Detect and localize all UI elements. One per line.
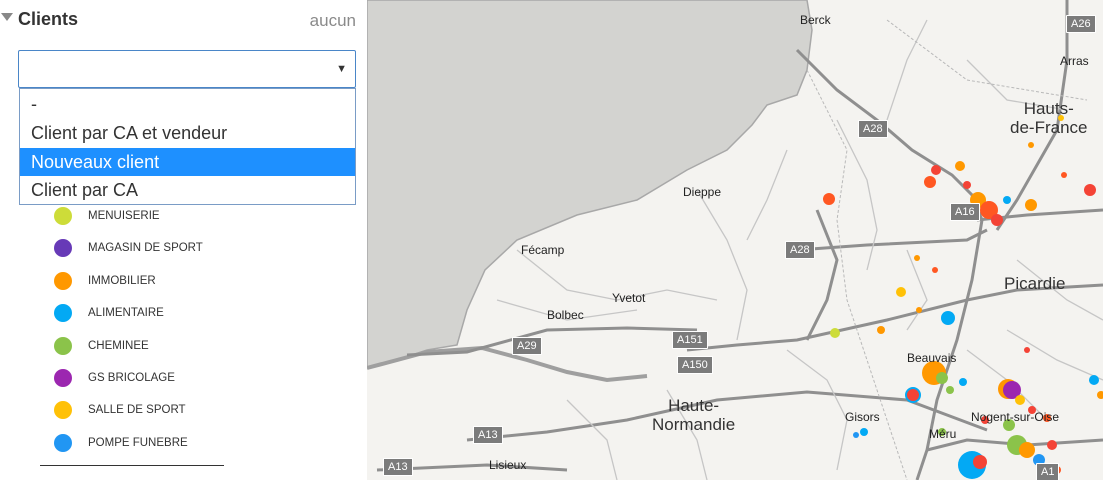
panel-title: Clients — [18, 9, 79, 29]
client-marker — [955, 161, 965, 171]
dropdown-option[interactable]: Client par CA — [20, 176, 355, 204]
place-label: Arras — [1060, 54, 1089, 68]
dropdown-arrow-icon[interactable]: ▼ — [336, 63, 347, 75]
dropdown-option[interactable]: Client par CA et vendeur — [20, 119, 355, 147]
client-marker — [877, 326, 885, 334]
client-marker — [1097, 391, 1103, 399]
map-view[interactable]: Berck Arras Dieppe Fécamp Yvetot Bolbec … — [367, 0, 1103, 480]
client-marker — [1061, 172, 1067, 178]
road-shield: A1 — [1036, 463, 1060, 480]
road-shield: A29 — [512, 337, 542, 355]
place-label: Fécamp — [521, 243, 565, 257]
place-label: Méru — [929, 427, 957, 441]
reset-link[interactable]: aucun — [310, 11, 356, 31]
road-shield: A26 — [1066, 15, 1096, 33]
client-marker — [860, 428, 868, 436]
client-marker — [991, 214, 1003, 226]
road-shield: A28 — [785, 241, 815, 259]
client-marker — [914, 255, 920, 261]
region-label: Hauts- de-France — [1010, 99, 1088, 137]
clients-panel: Clients aucun ▼ - Client par CA et vende… — [0, 0, 367, 480]
dropdown-option[interactable]: - — [20, 90, 355, 118]
road-shield: A13 — [473, 426, 503, 444]
client-markers — [823, 115, 1103, 479]
layer-dropdown-menu: - Client par CA et vendeur Nouveaux clie… — [19, 88, 356, 205]
legend-color-swatch — [54, 401, 72, 419]
client-marker — [1028, 142, 1034, 148]
legend-label: POMPE FUNEBRE — [88, 437, 188, 449]
client-marker — [1015, 395, 1025, 405]
client-marker — [916, 307, 922, 313]
legend-label: CHEMINEE — [88, 340, 149, 352]
road-shield: A151 — [672, 331, 708, 349]
client-marker — [959, 378, 967, 386]
sea — [367, 0, 813, 369]
legend-color-swatch — [54, 207, 72, 225]
client-marker — [1003, 196, 1011, 204]
legend-label: IMMOBILIER — [88, 275, 156, 287]
legend-divider — [40, 465, 224, 466]
client-marker — [936, 372, 948, 384]
place-label: Gisors — [845, 410, 880, 424]
legend-color-swatch — [54, 304, 72, 322]
place-label: Yvetot — [612, 291, 646, 305]
layer-select[interactable]: ▼ — [18, 50, 356, 88]
place-label: Lisieux — [489, 458, 527, 472]
collapse-caret-icon[interactable] — [1, 13, 13, 21]
client-marker — [924, 176, 936, 188]
legend-color-swatch — [54, 434, 72, 452]
client-marker — [932, 267, 938, 273]
client-marker — [946, 386, 954, 394]
legend-color-swatch — [54, 369, 72, 387]
client-marker — [830, 328, 840, 338]
region-label: Picardie — [1004, 274, 1066, 293]
place-label: Berck — [800, 13, 831, 27]
panel-header: Clients aucun — [0, 0, 367, 40]
client-marker — [963, 181, 971, 189]
client-marker — [905, 387, 921, 403]
road-shield: A28 — [858, 120, 888, 138]
place-label: Nogent-sur-Oise — [971, 410, 1060, 424]
client-marker — [1024, 347, 1030, 353]
place-label: Dieppe — [683, 185, 722, 199]
road-shield: A13 — [383, 458, 413, 476]
legend-label: ALIMENTAIRE — [88, 307, 164, 319]
place-label: Bolbec — [547, 308, 584, 322]
client-marker — [941, 311, 955, 325]
legend-label: GS BRICOLAGE — [88, 372, 175, 384]
road-shield: A16 — [950, 203, 980, 221]
client-marker — [853, 432, 859, 438]
region-label: Haute- Normandie — [652, 396, 736, 434]
client-marker — [973, 455, 987, 469]
client-marker — [823, 193, 835, 205]
client-marker — [896, 287, 906, 297]
road-shield: A150 — [677, 356, 713, 374]
client-marker — [1025, 199, 1037, 211]
client-marker — [1047, 440, 1057, 450]
legend-label: MENUISERIE — [88, 210, 160, 222]
place-label: Beauvais — [907, 351, 957, 365]
legend-color-swatch — [54, 239, 72, 257]
legend-color-swatch — [54, 337, 72, 355]
legend-color-swatch — [54, 272, 72, 290]
dropdown-option-selected[interactable]: Nouveaux client — [20, 148, 355, 176]
client-marker — [931, 165, 941, 175]
legend-label: MAGASIN DE SPORT — [88, 242, 203, 254]
client-marker — [1089, 375, 1099, 385]
legend-label: SALLE DE SPORT — [88, 404, 186, 416]
client-marker — [1019, 442, 1035, 458]
client-marker — [1084, 184, 1096, 196]
